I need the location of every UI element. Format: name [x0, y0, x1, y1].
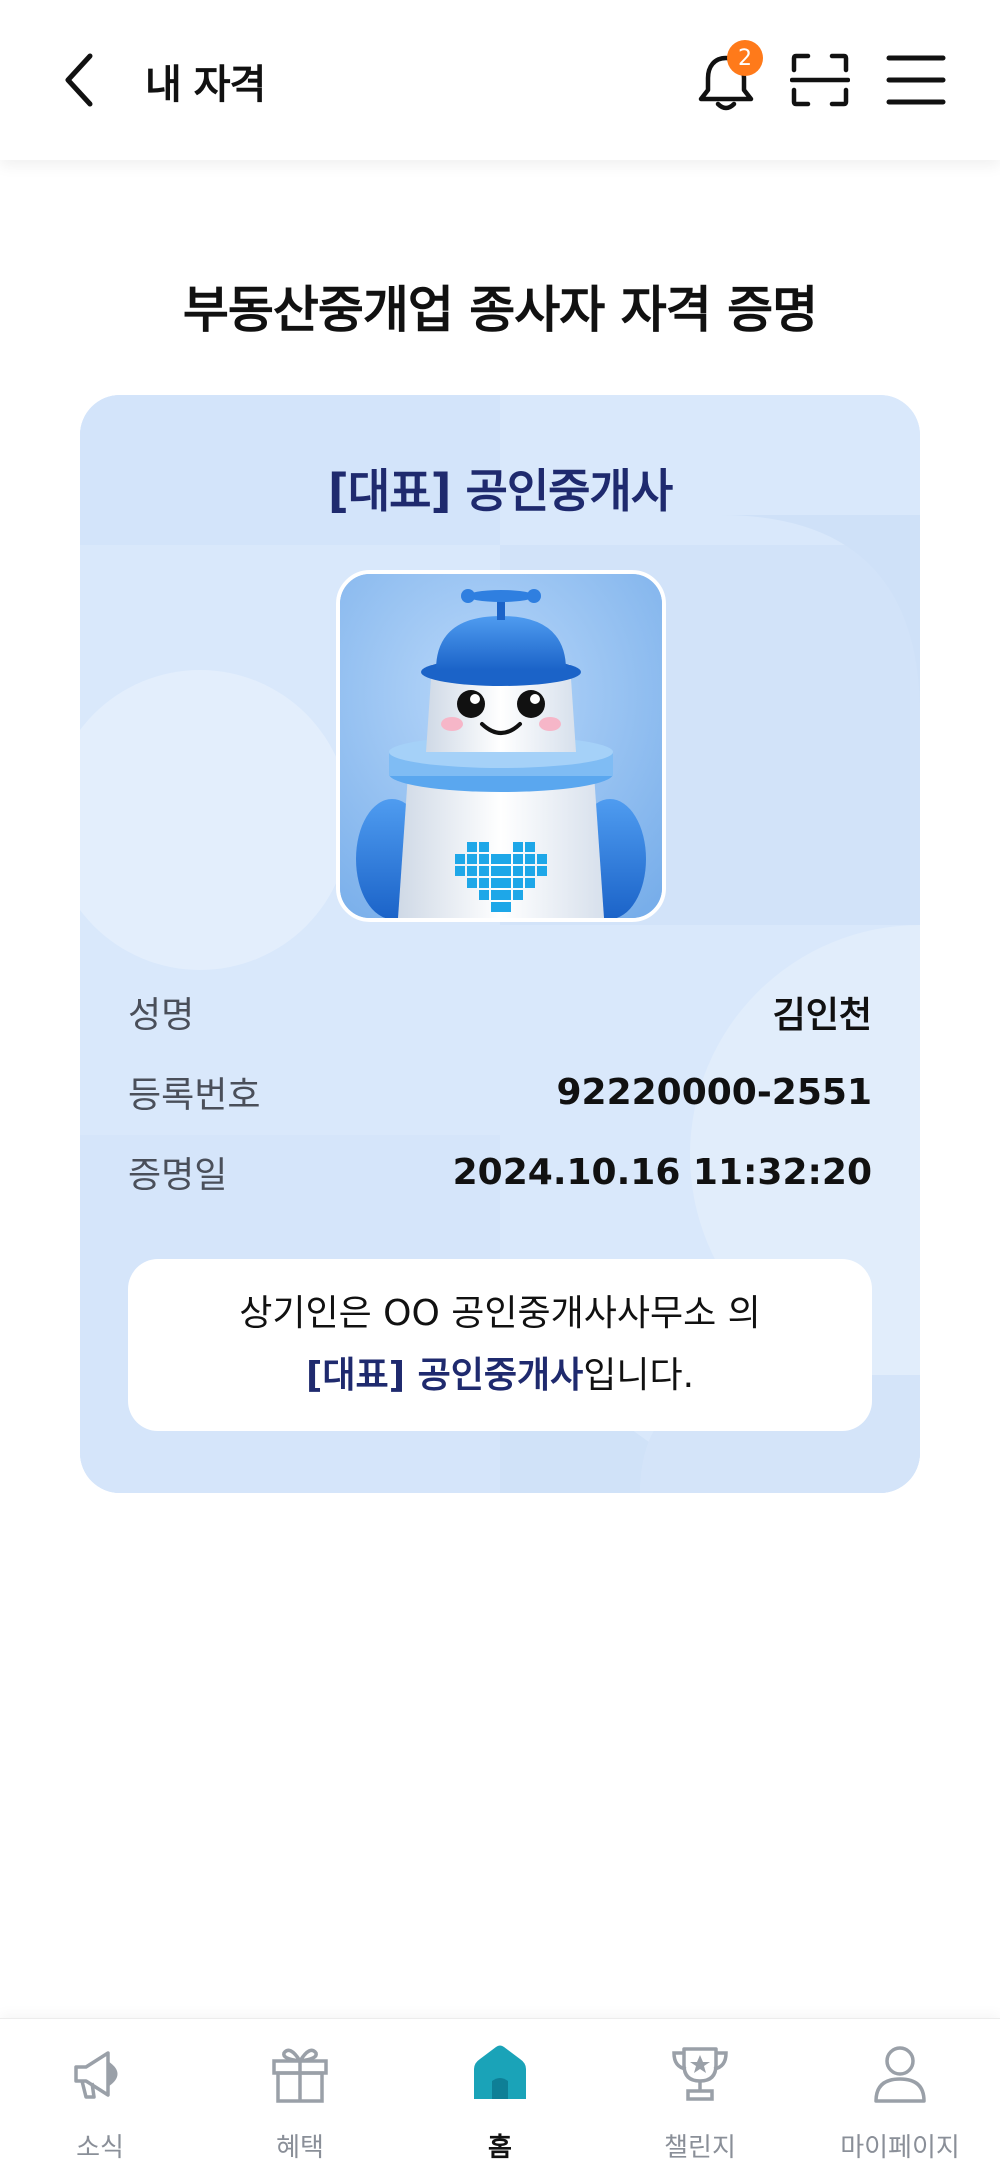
bottom-navigation: 소식 혜택 홈 챌린지 마이페이지	[0, 2018, 1000, 2165]
info-row-name: 성명 김인천	[128, 982, 872, 1042]
nav-label: 소식	[76, 2133, 124, 2163]
nav-item-mypage[interactable]: 마이페이지	[800, 2019, 1000, 2165]
header-title: 내 자격	[145, 62, 266, 108]
certificate-title: [대표] 공인중개사	[327, 464, 673, 518]
info-row-certification-date: 증명일 2024.10.16 11:32:20	[128, 1142, 872, 1202]
trophy-icon	[672, 2047, 728, 2101]
nav-item-home[interactable]: 홈	[400, 2019, 600, 2165]
menu-button[interactable]	[885, 52, 947, 108]
profile-photo	[336, 570, 666, 922]
scan-button[interactable]	[789, 52, 851, 108]
back-button[interactable]	[60, 45, 120, 115]
person-icon	[874, 2046, 926, 2103]
info-label: 성명	[128, 995, 195, 1036]
hamburger-menu-icon	[886, 55, 946, 105]
chevron-left-icon	[65, 53, 93, 107]
info-value: 김인천	[772, 995, 872, 1036]
certification-statement: 상기인은 OO 공인중개사사무소 의 [대표] 공인중개사입니다.	[128, 1259, 872, 1431]
statement-line-1: 상기인은 OO 공인중개사사무소 의	[239, 1293, 761, 1334]
scan-icon	[789, 53, 851, 107]
statement-line-2: [대표] 공인중개사입니다.	[128, 1345, 872, 1407]
app-header: 내 자격 2	[0, 0, 1000, 160]
certificate-card: [대표] 공인중개사 성명 김인천 등록번호 92220000-2551 증명일…	[80, 395, 920, 1493]
nav-item-news[interactable]: 소식	[0, 2019, 200, 2165]
nav-label: 마이페이지	[840, 2133, 960, 2163]
gift-icon	[272, 2048, 328, 2103]
statement-role-highlight: [대표] 공인중개사	[305, 1355, 584, 1396]
nav-label: 챌린지	[664, 2133, 736, 2163]
info-label: 증명일	[128, 1155, 228, 1196]
nav-label: 혜택	[276, 2133, 324, 2163]
qualification-page: 내 자격 2 부동산중개업 종사자 자격 증명 [대표] 공인중개사 성명 김인…	[0, 0, 1000, 2165]
info-value: 2024.10.16 11:32:20	[452, 1151, 872, 1193]
home-icon	[474, 2045, 526, 2099]
info-value: 92220000-2551	[556, 1071, 872, 1113]
nav-label: 홈	[488, 2133, 512, 2163]
info-label: 등록번호	[128, 1075, 261, 1116]
megaphone-icon	[74, 2051, 118, 2099]
robot-mascot-icon	[340, 574, 662, 918]
nav-item-benefits[interactable]: 혜택	[200, 2019, 400, 2165]
info-row-registration-number: 등록번호 92220000-2551	[128, 1062, 872, 1122]
statement-suffix: 입니다.	[583, 1355, 695, 1396]
nav-item-challenge[interactable]: 챌린지	[600, 2019, 800, 2165]
notification-badge: 2	[727, 40, 763, 76]
page-title: 부동산중개업 종사자 자격 증명	[182, 281, 818, 339]
